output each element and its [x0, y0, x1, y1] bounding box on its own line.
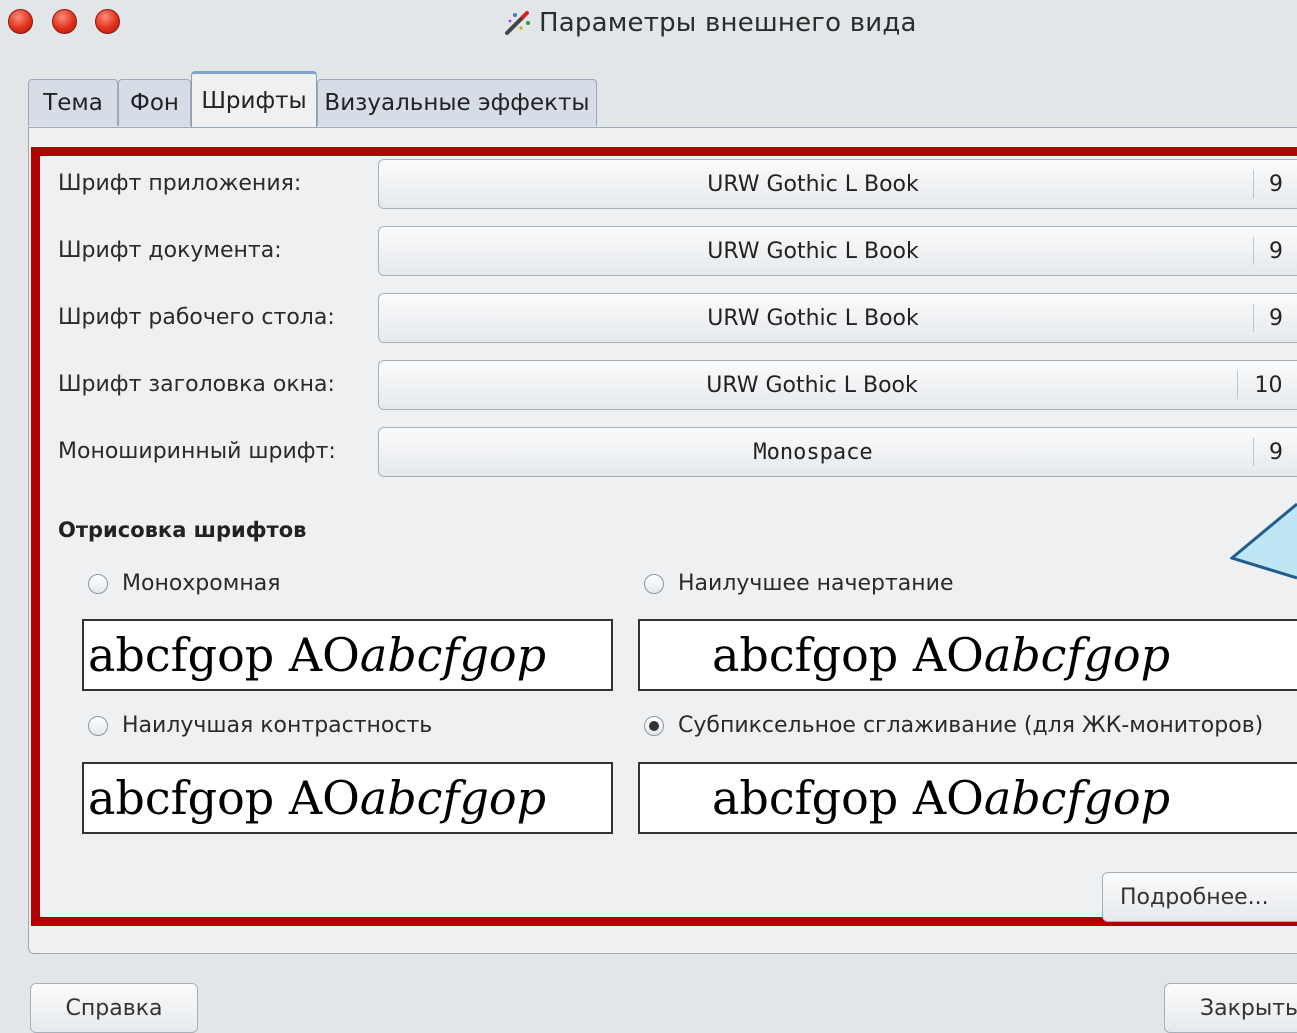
sample-regular-text: abcfgop AO	[712, 628, 984, 682]
sample-monochrome[interactable]: abcfgop AO abcfgop	[82, 619, 613, 691]
window-title-font-button[interactable]: URW Gothic L Book 10	[378, 360, 1297, 410]
font-name: URW Gothic L Book	[706, 372, 918, 398]
radio-indicator[interactable]	[88, 715, 108, 736]
sample-italic-text: abcfgop	[983, 771, 1171, 825]
radio-indicator[interactable]	[88, 573, 108, 594]
application-font-label: Шрифт приложения:	[58, 171, 302, 196]
radio-label: Монохромная	[122, 571, 281, 596]
font-name: URW Gothic L Book	[707, 171, 919, 197]
sample-regular-text: abcfgop AO	[88, 771, 360, 825]
minimize-icon[interactable]	[52, 9, 77, 34]
tab-fonts[interactable]: Шрифты	[191, 71, 317, 128]
font-name: Monospace	[753, 439, 873, 465]
font-name: URW Gothic L Book	[707, 238, 919, 264]
sample-italic-text: abcfgop	[359, 771, 547, 825]
font-size: 9	[1269, 305, 1283, 331]
close-button[interactable]: Закрыть	[1164, 983, 1297, 1033]
sample-subpixel[interactable]: abcfgop AO abcfgop	[638, 762, 1297, 834]
radio-label: Наилучшая контрастность	[122, 713, 433, 738]
tab-theme[interactable]: Тема	[28, 79, 118, 126]
radio-best-shapes[interactable]: Наилучшее начертание	[644, 571, 953, 596]
font-name: URW Gothic L Book	[707, 305, 919, 331]
window-title-text: Параметры внешнего вида	[539, 8, 917, 38]
appearance-wand-icon	[505, 11, 530, 35]
radio-label: Наилучшее начертание	[678, 571, 954, 596]
font-rendering-heading: Отрисовка шрифтов	[58, 518, 307, 542]
radio-best-contrast[interactable]: Наилучшая контрастность	[88, 713, 432, 738]
font-size: 9	[1269, 439, 1283, 465]
document-font-button[interactable]: URW Gothic L Book 9	[378, 226, 1297, 276]
monospace-font-label: Моноширинный шрифт:	[58, 439, 336, 464]
sample-regular-text: abcfgop AO	[88, 628, 360, 682]
sample-best-contrast[interactable]: abcfgop AO abcfgop	[82, 762, 613, 834]
tab-background[interactable]: Фон	[118, 79, 191, 126]
sample-italic-text: abcfgop	[983, 628, 1171, 682]
help-button[interactable]: Справка	[30, 983, 198, 1033]
radio-indicator[interactable]	[644, 715, 664, 736]
sample-italic-text: abcfgop	[359, 628, 547, 682]
divider	[1237, 371, 1238, 399]
sample-best-shapes[interactable]: abcfgop AO abcfgop	[638, 619, 1297, 691]
maximize-icon[interactable]	[95, 9, 120, 34]
desktop-font-button[interactable]: URW Gothic L Book 9	[378, 293, 1297, 343]
font-size: 9	[1269, 171, 1283, 197]
monospace-font-button[interactable]: Monospace 9	[378, 427, 1297, 477]
radio-label: Субпиксельное сглаживание (для ЖК-монито…	[678, 713, 1264, 738]
desktop-font-label: Шрифт рабочего стола:	[58, 305, 335, 330]
close-icon[interactable]	[8, 9, 33, 34]
title-bar: Параметры внешнего вида	[0, 0, 1297, 50]
font-size: 10	[1254, 372, 1283, 398]
application-font-button[interactable]: URW Gothic L Book 9	[378, 159, 1297, 209]
tab-visual-effects[interactable]: Визуальные эффекты	[317, 79, 597, 126]
radio-subpixel[interactable]: Субпиксельное сглаживание (для ЖК-монито…	[644, 713, 1263, 738]
font-size: 9	[1269, 238, 1283, 264]
document-font-label: Шрифт документа:	[58, 238, 282, 263]
callout-pointer	[1230, 502, 1297, 580]
radio-indicator[interactable]	[644, 573, 664, 594]
window-title: Параметры внешнего вида	[503, 7, 917, 39]
sample-regular-text: abcfgop AO	[712, 771, 984, 825]
details-button[interactable]: Подробнее...	[1102, 872, 1297, 922]
window-title-font-label: Шрифт заголовка окна:	[58, 372, 335, 397]
radio-monochrome[interactable]: Монохромная	[88, 571, 280, 596]
